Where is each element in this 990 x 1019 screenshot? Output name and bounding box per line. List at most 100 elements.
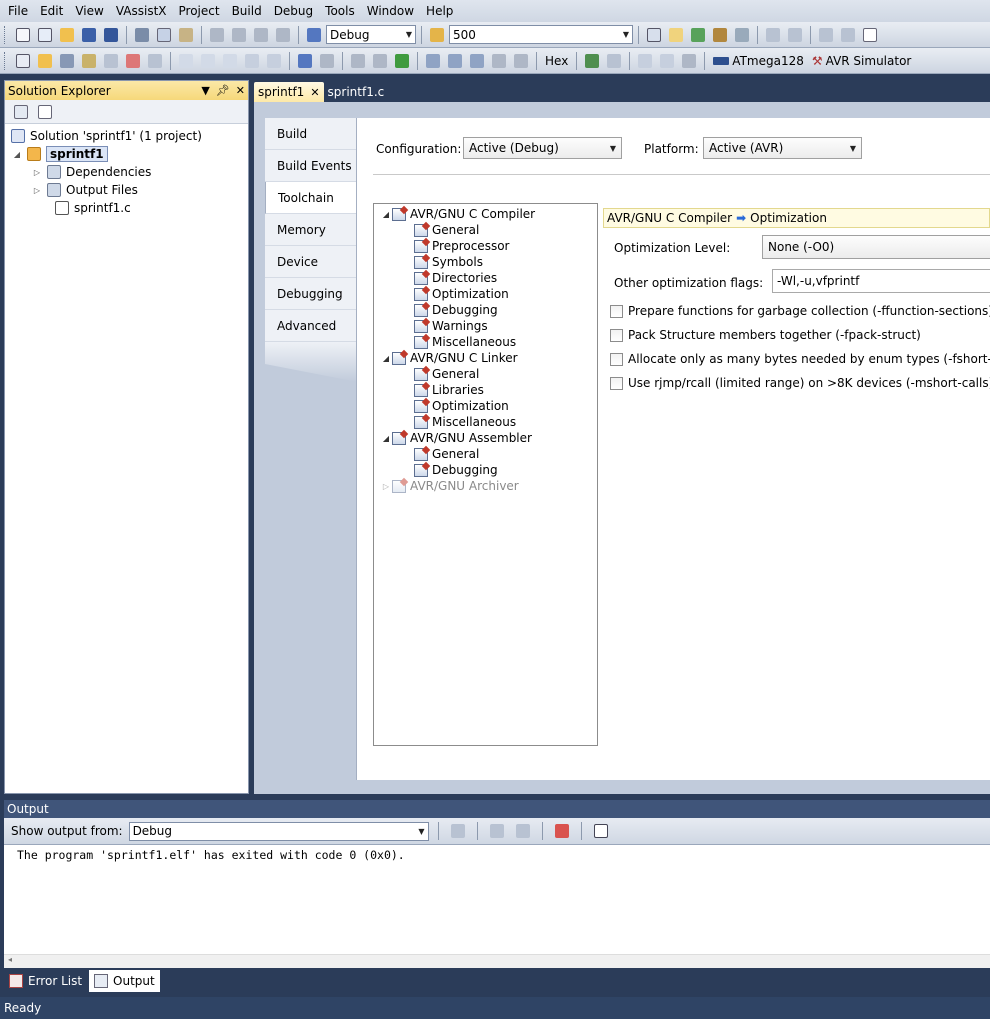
collapse-triangle-icon[interactable]: ◢ [380, 434, 392, 443]
close-icon[interactable]: ✕ [310, 86, 319, 99]
option-short-calls[interactable]: Use rjmp/rcall (limited range) on >8K de… [610, 376, 990, 390]
checklist-icon[interactable] [13, 51, 33, 71]
tree-item-compiler-warnings[interactable]: Warnings [374, 318, 597, 334]
run-to-cursor-icon[interactable] [489, 51, 509, 71]
toolbar-grip[interactable] [4, 25, 8, 44]
tree-item-compiler-directories[interactable]: Directories [374, 270, 597, 286]
next-message-icon[interactable] [513, 821, 533, 841]
menu-window[interactable]: Window [361, 1, 420, 21]
tab-sprintf1-c[interactable]: sprintf1.c [324, 82, 389, 102]
break-all-icon[interactable] [295, 51, 315, 71]
collapse-triangle-icon[interactable]: ◢ [380, 354, 392, 363]
menu-help[interactable]: Help [420, 1, 459, 21]
tree-item-compiler-optimization[interactable]: Optimization [374, 286, 597, 302]
tab-output[interactable]: Output [89, 970, 160, 992]
object-browser-icon[interactable] [688, 25, 708, 45]
tree-item-linker-general[interactable]: General [374, 366, 597, 382]
processor-icon[interactable] [264, 51, 284, 71]
disassembly-icon[interactable] [242, 51, 262, 71]
device-selector[interactable]: ATmega128 [710, 54, 807, 68]
tree-item-archiver[interactable]: ▷ AVR/GNU Archiver [374, 478, 597, 494]
tree-item-output-files[interactable]: ▷ Output Files [5, 181, 248, 199]
open-folder-icon[interactable] [35, 51, 55, 71]
tab-debugging[interactable]: Debugging [265, 278, 358, 310]
show-all-files-icon[interactable] [35, 102, 55, 122]
navigate-back-icon[interactable] [251, 25, 271, 45]
tool-selector[interactable]: ⚒ AVR Simulator [809, 54, 914, 68]
menu-tools[interactable]: Tools [319, 1, 361, 21]
menu-debug[interactable]: Debug [268, 1, 319, 21]
pause-icon[interactable] [370, 51, 390, 71]
find-message-icon[interactable] [448, 821, 468, 841]
tab-build-events[interactable]: Build Events [265, 150, 358, 182]
new-project-icon[interactable] [13, 25, 33, 45]
memory-window-icon[interactable] [176, 51, 196, 71]
outdent-icon[interactable] [785, 25, 805, 45]
tree-item-compiler[interactable]: ◢ AVR/GNU C Compiler [374, 206, 597, 222]
step-over-icon[interactable] [445, 51, 465, 71]
options-icon[interactable] [604, 51, 624, 71]
expand-triangle-icon[interactable]: ▷ [31, 186, 43, 195]
toolbar-grip[interactable] [4, 51, 8, 70]
erase-icon[interactable] [679, 51, 699, 71]
goto-icon[interactable] [101, 51, 121, 71]
tab-error-list[interactable]: Error List [4, 970, 87, 992]
redo-icon[interactable] [229, 25, 249, 45]
tree-item-assembler[interactable]: ◢ AVR/GNU Assembler [374, 430, 597, 446]
solution-explorer-icon[interactable] [644, 25, 664, 45]
tree-item-source-file[interactable]: sprintf1.c [5, 199, 248, 217]
wrench-icon[interactable] [57, 51, 77, 71]
option-function-sections[interactable]: Prepare functions for garbage collection… [610, 304, 990, 318]
find-combo[interactable]: 500 ▼ [449, 25, 633, 44]
show-next-statement-icon[interactable] [348, 51, 368, 71]
reset-icon[interactable] [511, 51, 531, 71]
checkbox[interactable] [610, 328, 623, 342]
tree-item-project[interactable]: ◢ sprintf1 [5, 145, 248, 163]
tab-advanced[interactable]: Advanced [265, 310, 358, 342]
menu-project[interactable]: Project [173, 1, 226, 21]
tree-item-dependencies[interactable]: ▷ Dependencies [5, 163, 248, 181]
bookmark-icon[interactable] [145, 51, 165, 71]
collapse-triangle-icon[interactable]: ◢ [11, 150, 23, 159]
breakpoints-icon[interactable] [582, 51, 602, 71]
navigate-forward-icon[interactable] [273, 25, 293, 45]
expand-triangle-icon[interactable]: ▷ [380, 482, 392, 491]
io-view-icon[interactable] [220, 51, 240, 71]
tree-item-assembler-debugging[interactable]: Debugging [374, 462, 597, 478]
toolbox-icon[interactable] [710, 25, 730, 45]
tree-item-linker-libraries[interactable]: Libraries [374, 382, 597, 398]
open-file-icon[interactable] [57, 25, 77, 45]
platform-combo[interactable]: Active (AVR) ▼ [703, 137, 862, 159]
checkbox[interactable] [610, 304, 623, 318]
spelling-icon[interactable] [123, 51, 143, 71]
horizontal-scrollbar[interactable]: ◂ [4, 954, 990, 968]
hex-toggle-button[interactable]: Hex [542, 54, 571, 68]
save-all-icon[interactable] [101, 25, 121, 45]
expand-triangle-icon[interactable]: ▷ [31, 168, 43, 177]
dropdown-icon[interactable]: ▼ [201, 84, 209, 97]
uncomment-icon[interactable] [838, 25, 858, 45]
registers-icon[interactable] [198, 51, 218, 71]
tree-item-compiler-preprocessor[interactable]: Preprocessor [374, 238, 597, 254]
tree-item-linker-optimization[interactable]: Optimization [374, 398, 597, 414]
find-in-files-icon[interactable] [427, 25, 447, 45]
undo-icon[interactable] [207, 25, 227, 45]
extension-manager-icon[interactable] [732, 25, 752, 45]
tree-item-assembler-general[interactable]: General [374, 446, 597, 462]
tab-device[interactable]: Device [265, 246, 358, 278]
close-icon[interactable]: ✕ [236, 84, 245, 97]
tree-item-compiler-debugging[interactable]: Debugging [374, 302, 597, 318]
configuration-combo[interactable]: Active (Debug) ▼ [463, 137, 622, 159]
save-icon[interactable] [79, 25, 99, 45]
tree-item-solution[interactable]: Solution 'sprintf1' (1 project) [5, 127, 248, 145]
tree-item-compiler-miscellaneous[interactable]: Miscellaneous [374, 334, 597, 350]
indent-icon[interactable] [763, 25, 783, 45]
step-out-icon[interactable] [467, 51, 487, 71]
add-item-icon[interactable] [35, 25, 55, 45]
tab-sprintf1[interactable]: sprintf1 ✕ [254, 82, 324, 102]
option-pack-struct[interactable]: Pack Structure members together (-fpack-… [610, 328, 921, 342]
tree-item-compiler-general[interactable]: General [374, 222, 597, 238]
clear-all-icon[interactable] [552, 821, 572, 841]
menu-vassistx[interactable]: VAssistX [110, 1, 173, 21]
tab-toolchain[interactable]: Toolchain [265, 182, 358, 214]
